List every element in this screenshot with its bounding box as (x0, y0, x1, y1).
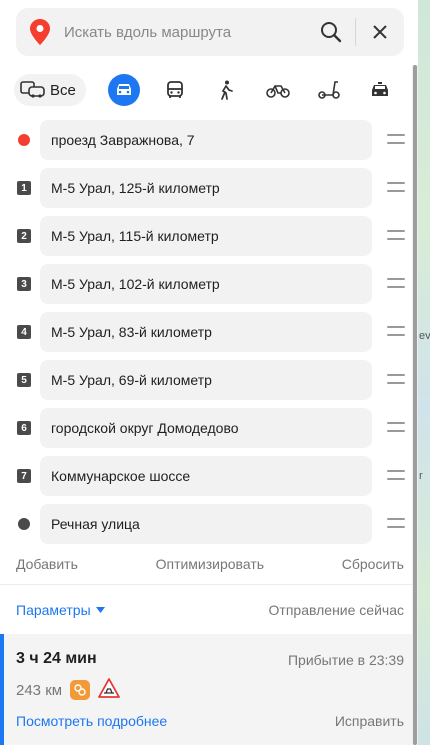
waypoint-number-badge: 6 (17, 421, 31, 435)
waypoint-row[interactable]: 1 М-5 Урал, 125-й километр (0, 164, 412, 212)
drag-handle-icon[interactable] (387, 182, 405, 194)
add-waypoint-button[interactable]: Добавить (16, 556, 78, 572)
waypoint-field[interactable]: проезд Завражнова, 7 (40, 120, 372, 160)
waypoint-number-badge: 7 (17, 469, 31, 483)
route-distance: 243 км (16, 681, 63, 699)
drag-handle-icon[interactable] (387, 278, 405, 290)
waypoint-row[interactable]: Речная улица (0, 500, 412, 548)
drag-handle-icon[interactable] (387, 134, 405, 146)
route-actions: Добавить Оптимизировать Сбросить (16, 552, 404, 576)
mode-scooter-button[interactable] (303, 73, 354, 107)
route-params: Параметры Отправление сейчас (16, 598, 404, 622)
waypoint-field[interactable]: Речная улица (40, 504, 372, 544)
waypoint-row[interactable]: 3 М-5 Урал, 102-й километр (0, 260, 412, 308)
route-duration: 3 ч 24 мин (16, 650, 97, 667)
location-pin-icon (16, 8, 64, 56)
waypoint-number-badge: 4 (17, 325, 31, 339)
pedestrian-icon (221, 80, 234, 100)
scrollbar-thumb[interactable] (413, 65, 417, 745)
mode-walk-button[interactable] (201, 73, 252, 107)
drag-handle-icon[interactable] (387, 518, 405, 530)
optimize-button[interactable]: Оптимизировать (156, 556, 264, 572)
route-distance-row: 243 км (16, 678, 120, 702)
mode-all-button[interactable]: Все (14, 74, 86, 106)
drag-handle-icon[interactable] (387, 230, 405, 242)
toll-road-icon (70, 680, 91, 700)
mode-taxi-button[interactable] (355, 73, 406, 107)
reset-button[interactable]: Сбросить (342, 556, 404, 572)
taxi-icon (372, 82, 389, 96)
map-background[interactable]: ev r (418, 0, 430, 745)
drag-handle-icon[interactable] (387, 470, 405, 482)
waypoint-number-badge: 2 (17, 229, 31, 243)
search-bar[interactable]: Искать вдоль маршрута (16, 8, 404, 56)
scooter-icon (318, 81, 340, 99)
waypoint-list: проезд Завражнова, 7 1 М-5 Урал, 125-й к… (0, 116, 412, 548)
waypoint-row[interactable]: 6 городской округ Домодедово (0, 404, 412, 452)
waypoint-field[interactable]: М-5 Урал, 83-й километр (40, 312, 372, 352)
waypoint-row[interactable]: 2 М-5 Урал, 115-й километр (0, 212, 412, 260)
scrollbar[interactable] (412, 65, 418, 745)
drag-handle-icon[interactable] (387, 422, 405, 434)
params-label: Параметры (16, 602, 91, 618)
mode-car-button[interactable] (98, 73, 149, 107)
waypoint-field[interactable]: М-5 Урал, 115-й километр (40, 216, 372, 256)
waypoint-number-badge: 5 (17, 373, 31, 387)
drag-handle-icon[interactable] (387, 326, 405, 338)
start-marker-icon (18, 134, 30, 146)
mode-transit-button[interactable] (149, 73, 200, 107)
car-transit-icon (20, 81, 45, 98)
warning-triangle-icon (98, 678, 120, 702)
caret-down-icon (95, 607, 105, 613)
close-icon[interactable] (356, 8, 404, 56)
mode-all-label: Все (50, 81, 76, 99)
map-label: r (419, 470, 423, 482)
mode-bike-button[interactable] (252, 73, 303, 107)
drag-handle-icon[interactable] (387, 374, 405, 386)
waypoint-row[interactable]: проезд Завражнова, 7 (0, 116, 412, 164)
map-label: ev (419, 330, 430, 342)
waypoint-field[interactable]: городской округ Домодедово (40, 408, 372, 448)
route-details-link[interactable]: Посмотреть подробнее (16, 713, 167, 729)
car-icon (116, 84, 131, 95)
bicycle-icon (265, 85, 290, 98)
bus-icon (166, 81, 183, 98)
waypoint-field[interactable]: Коммунарское шоссе (40, 456, 372, 496)
route-panel: Искать вдоль маршрута Все проезд Завражн… (0, 0, 412, 745)
route-card[interactable]: 3 ч 24 мин Прибытие в 23:39 243 км Посмо… (0, 634, 412, 745)
departure-time-button[interactable]: Отправление сейчас (269, 602, 404, 618)
transport-mode-tabs: Все (14, 73, 406, 107)
waypoint-row[interactable]: 5 М-5 Урал, 69-й километр (0, 356, 412, 404)
waypoint-row[interactable]: 4 М-5 Урал, 83-й километр (0, 308, 412, 356)
waypoint-field[interactable]: М-5 Урал, 102-й километр (40, 264, 372, 304)
divider (0, 584, 412, 585)
fix-route-link[interactable]: Исправить (335, 713, 404, 729)
waypoint-field[interactable]: М-5 Урал, 69-й километр (40, 360, 372, 400)
params-dropdown[interactable]: Параметры (16, 602, 105, 618)
waypoint-number-badge: 1 (17, 181, 31, 195)
arrival-time: Прибытие в 23:39 (287, 652, 404, 668)
waypoint-row[interactable]: 7 Коммунарское шоссе (0, 452, 412, 500)
search-icon[interactable] (307, 8, 355, 56)
waypoint-number-badge: 3 (17, 277, 31, 291)
waypoint-field[interactable]: М-5 Урал, 125-й километр (40, 168, 372, 208)
search-input[interactable]: Искать вдоль маршрута (64, 24, 307, 41)
end-marker-icon (18, 518, 30, 530)
